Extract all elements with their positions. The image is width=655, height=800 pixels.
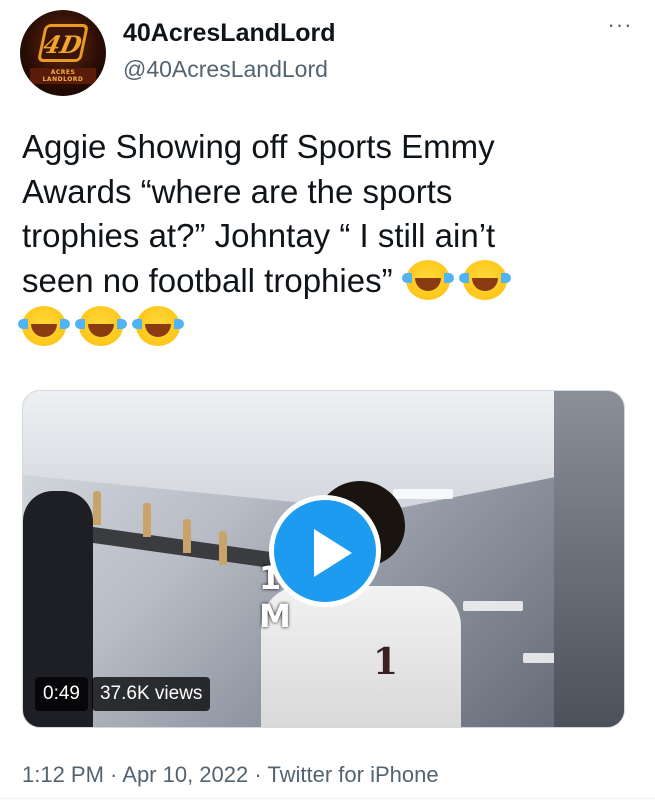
tweet: 4D ACRES LANDLORD 40AcresLandLord @40Acr… [0,0,655,800]
video-frame-jersey-number: 1 [373,641,399,683]
tweet-text-line: Awards “where are the sports [22,172,453,210]
play-icon [314,529,352,577]
tweet-text-line: seen no football trophies” [22,261,393,299]
tweet-timestamp[interactable]: 1:12 PM · Apr 10, 2022 · [22,762,267,787]
video-duration: 0:49 [35,677,88,711]
trophy-icon [219,531,227,565]
video-player[interactable]: 1 1 M 0:49 37.6K views [22,390,625,728]
more-options-icon[interactable]: ··· [605,14,635,38]
video-views: 37.6K views [91,677,211,711]
tweet-text-line: trophies at?” Johntay “ I still ain’t [22,217,496,254]
avatar-caption: ACRES LANDLORD [30,68,96,84]
tweet-text-line: Aggie Showing off Sports Emmy [22,128,495,165]
face-with-tears-of-joy-icon [132,306,185,346]
play-button[interactable] [269,495,381,607]
divider [0,798,655,799]
trophy-icon [143,503,151,537]
tweet-header: 4D ACRES LANDLORD 40AcresLandLord @40Acr… [20,10,635,96]
tweet-text: Aggie Showing off Sports Emmy Awards “wh… [18,125,637,350]
author-names: 40AcresLandLord @40AcresLandLord [123,18,336,84]
face-with-tears-of-joy-icon [18,306,70,346]
video-badge: 0:49 37.6K views [35,677,211,711]
video-frame-wall [554,391,624,727]
face-with-tears-of-joy-icon [401,259,454,300]
tweet-meta: 1:12 PM · Apr 10, 2022 · Twitter for iPh… [22,760,439,790]
author-display-name[interactable]: 40AcresLandLord [123,18,336,48]
author-handle[interactable]: @40AcresLandLord [123,54,336,84]
video-frame-light [393,489,453,499]
avatar[interactable]: 4D ACRES LANDLORD [20,10,106,96]
tweet-source-link[interactable]: Twitter for iPhone [267,762,438,787]
trophy-icon [93,491,101,525]
avatar-logo-text: 4D [40,30,85,59]
face-with-tears-of-joy-icon [458,259,511,300]
avatar-logo-mark: 4D [36,24,90,62]
emoji-line [18,305,637,350]
tweet-text-line-with-emoji: seen no football trophies” [22,259,637,304]
video-frame-light [463,601,523,611]
trophy-icon [183,519,191,553]
video-frame-ceiling [23,391,624,511]
face-with-tears-of-joy-icon [75,306,128,346]
